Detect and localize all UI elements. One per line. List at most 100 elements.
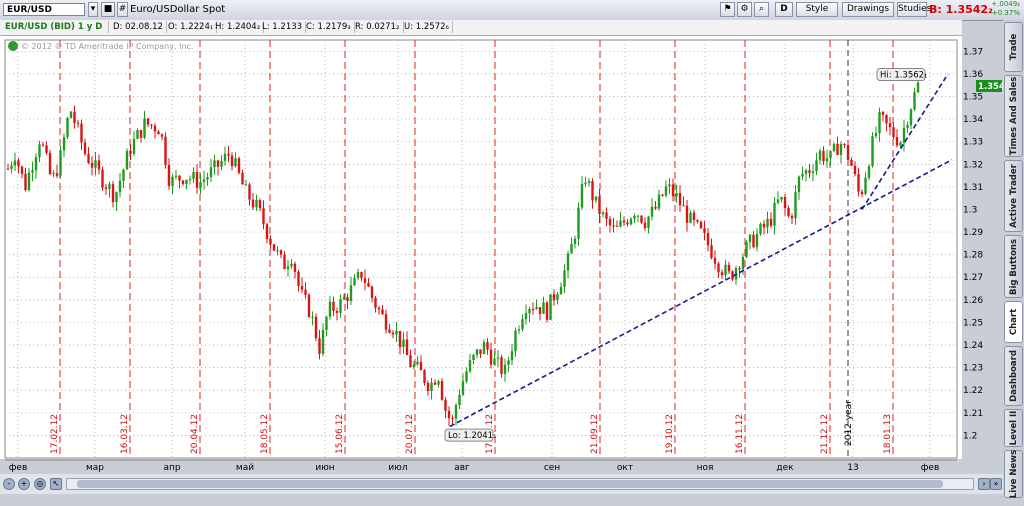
candle-body: [300, 286, 304, 290]
period-button[interactable]: D: [775, 2, 793, 17]
scrollbar-thumb[interactable]: [77, 480, 943, 488]
candle-body: [706, 232, 710, 246]
zoom-out-icon[interactable]: -: [3, 478, 15, 490]
candle-body: [255, 200, 258, 208]
tab-active-trader[interactable]: Active Trader: [1004, 160, 1023, 232]
chart-area[interactable]: 1.2 1.21 1.22 1.23 1.24 1.25 1.26 1.27 1.28 1.29 1…: [0, 36, 1015, 473]
candle-body: [748, 234, 752, 243]
tab-live-news[interactable]: Live News: [1004, 450, 1023, 498]
candle-body: [426, 382, 430, 391]
tab-chart[interactable]: Chart: [1004, 301, 1023, 343]
candle-body: [276, 250, 279, 252]
candle-body: [657, 194, 661, 209]
candle-body: [892, 127, 895, 138]
candle-body: [297, 271, 300, 287]
studies-button[interactable]: Studies: [897, 2, 931, 17]
symbol-input[interactable]: EUR/USD: [3, 3, 85, 16]
tab-times-and-sales[interactable]: Times And Sales: [1004, 75, 1023, 157]
candle-body: [594, 196, 598, 201]
tab-level-ii[interactable]: Level II: [1004, 409, 1023, 447]
candle-body: [860, 191, 864, 194]
expand-icon[interactable]: »: [990, 478, 1002, 490]
candle-body: [265, 224, 269, 239]
date-marker-label: 19.10.12: [665, 414, 675, 454]
date-marker-label: 21.12.12: [820, 414, 830, 454]
chart-scrollbar[interactable]: [66, 478, 974, 490]
info-low: L: 1.2133: [259, 21, 306, 33]
tab-chart-label: Chart: [1008, 308, 1019, 336]
info-close: C: 1.2179₃: [303, 21, 355, 33]
candle-body: [570, 243, 573, 254]
candle-body: [885, 114, 888, 124]
candle-body: [437, 381, 440, 385]
settings-icon[interactable]: ⚙: [737, 2, 752, 17]
candle-body: [381, 309, 384, 315]
candle-body: [461, 381, 465, 395]
candle-body: [402, 339, 405, 348]
candle-body: [80, 123, 83, 143]
symbol-dropdown-icon[interactable]: ▾: [88, 2, 98, 17]
candle-body: [552, 294, 556, 301]
x-month-label: июн: [315, 463, 334, 473]
candle-body: [888, 123, 892, 128]
date-marker-label: 21.09.12: [590, 414, 600, 454]
candle-body: [465, 371, 468, 382]
tab-trade[interactable]: Trade: [1004, 22, 1023, 72]
cursor-icon[interactable]: ↖: [50, 478, 62, 490]
date-marker-label: 18.01.13: [883, 414, 893, 454]
candle-body: [230, 155, 234, 167]
drawings-button[interactable]: Drawings: [842, 2, 894, 17]
tab-dashboard[interactable]: Dashboard: [1004, 346, 1023, 406]
candle-body: [857, 174, 860, 192]
price-chart[interactable]: 1.2 1.21 1.22 1.23 1.24 1.25 1.26 1.27 1.28 1.29 1…: [0, 36, 1015, 474]
candle-body: [286, 266, 290, 270]
candle-body: [563, 270, 566, 287]
reset-icon[interactable]: ◎: [34, 478, 46, 490]
candle-body: [444, 399, 447, 412]
candle-body: [500, 357, 503, 374]
tab-big-buttons[interactable]: Big Buttons: [1004, 235, 1023, 298]
x-month-label: окт: [617, 463, 633, 473]
candle-body: [577, 207, 580, 239]
candle-body: [293, 263, 297, 272]
date-marker-label: 18.05.12: [260, 414, 270, 454]
search-icon[interactable]: ⌕: [754, 2, 769, 17]
change-absolute: +.0049₄: [991, 0, 1020, 8]
y-tick-label: 1.2: [963, 431, 977, 441]
candle-body: [192, 172, 195, 179]
candle-body: [118, 180, 122, 193]
zoom-in-icon[interactable]: +: [18, 478, 30, 490]
candle-body: [486, 342, 489, 350]
candle-body: [479, 349, 482, 355]
scroll-right-icon[interactable]: ›: [978, 478, 990, 490]
link-colors-icon[interactable]: ■: [101, 2, 115, 17]
candle-body: [769, 218, 773, 226]
candle-body: [213, 160, 216, 168]
candle-body: [377, 307, 381, 310]
candle-body: [283, 254, 286, 270]
style-button[interactable]: Style: [796, 2, 838, 17]
candle-body: [59, 150, 62, 176]
candle-body: [346, 297, 349, 301]
x-month-label: авг: [454, 463, 470, 473]
candle-body: [685, 205, 689, 223]
x-month-label: сен: [544, 463, 560, 473]
candle-body: [832, 143, 836, 152]
candle-body: [496, 357, 500, 359]
candle-body: [335, 311, 339, 313]
candle-body: [696, 220, 699, 222]
candle-body: [741, 257, 745, 270]
candle-body: [853, 165, 857, 175]
candle-body: [808, 170, 811, 173]
candle-body: [811, 171, 815, 173]
flag-icon[interactable]: ⚑: [720, 2, 735, 17]
candle-body: [318, 338, 321, 354]
hash-icon[interactable]: #: [117, 2, 128, 17]
info-symbol[interactable]: EUR/USD (BID) 1 y D: [2, 21, 109, 33]
candle-body: [41, 144, 45, 146]
tab-trade-label: Trade: [1008, 33, 1019, 61]
candle-body: [111, 184, 115, 203]
candle-body: [790, 216, 794, 219]
candle-body: [762, 223, 766, 228]
candle-body: [237, 158, 241, 173]
